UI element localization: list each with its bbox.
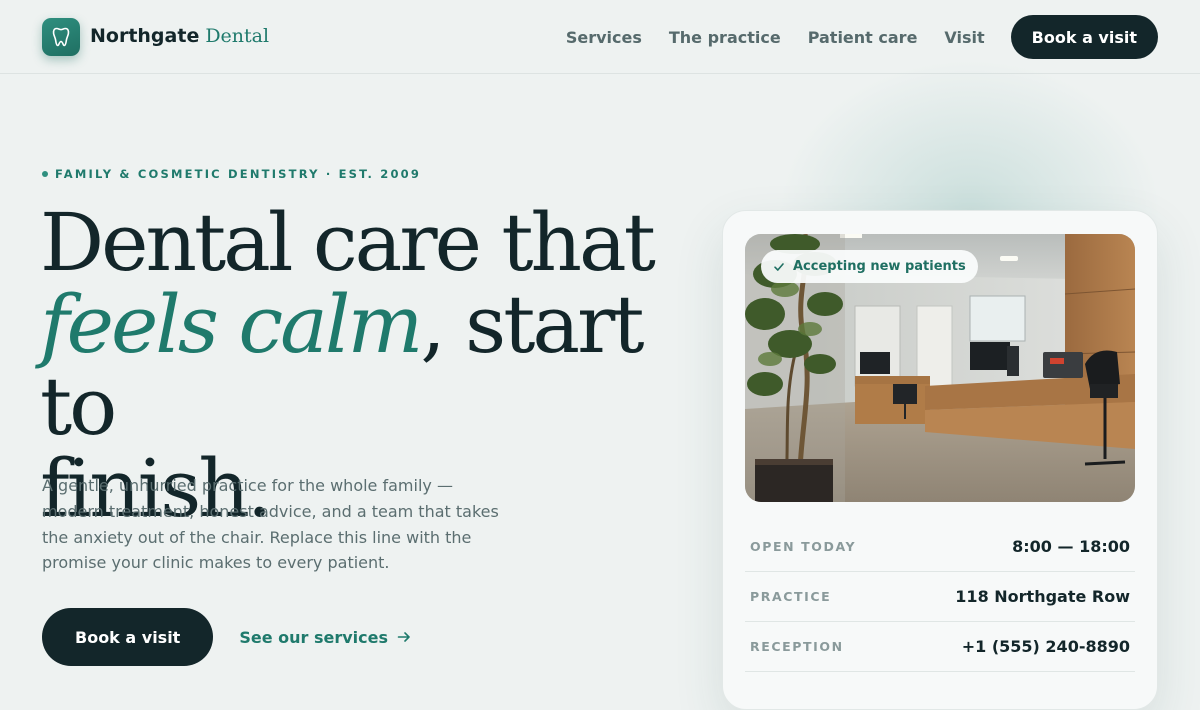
headline-emphasis: feels calm	[40, 278, 423, 371]
see-services-label: See our services	[239, 627, 389, 647]
tooth-icon	[52, 27, 70, 47]
info-value[interactable]: +1 (555) 240-8890	[962, 637, 1130, 656]
headline-line-1: Dental care that	[40, 196, 656, 289]
hero-intro: A gentle, unhurried practice for the who…	[42, 476, 499, 573]
hero-book-visit-button[interactable]: Book a visit	[42, 608, 214, 666]
info-row-address: PRACTICE 118 Northgate Row	[745, 572, 1135, 622]
hero-cta-row: Book a visit See our services	[42, 608, 411, 666]
info-label: OPEN TODAY	[750, 539, 857, 554]
info-value[interactable]: 118 Northgate Row	[955, 587, 1130, 606]
info-value: 8:00 — 18:00	[1012, 537, 1130, 556]
nav-link-patient-care[interactable]: Patient care	[808, 28, 918, 47]
clinic-photo: Accepting new patients	[745, 234, 1135, 502]
eyebrow-text: FAMILY & COSMETIC DENTISTRY · EST. 2009	[55, 167, 422, 181]
info-label: RECEPTION	[750, 639, 844, 654]
brand-suffix: Dental	[205, 25, 270, 47]
logo[interactable]	[42, 18, 80, 56]
site-header: Northgate Dental Services The practice P…	[0, 0, 1200, 74]
practice-info-card: Accepting new patients OPEN TODAY 8:00 —…	[722, 210, 1158, 710]
brand-name: Northgate	[90, 25, 200, 47]
nav-link-services[interactable]: Services	[566, 28, 642, 47]
badge-text: Accepting new patients	[793, 259, 966, 274]
book-visit-button[interactable]: Book a visit	[1010, 15, 1158, 59]
see-services-link[interactable]: See our services	[239, 628, 411, 647]
eyebrow-dot	[42, 171, 48, 177]
nav-link-visit[interactable]: Visit	[944, 28, 984, 47]
main-nav: Services The practice Patient care Visit…	[566, 15, 1158, 59]
info-label: PRACTICE	[750, 589, 832, 604]
hero-eyebrow: FAMILY & COSMETIC DENTISTRY · EST. 2009	[42, 167, 421, 181]
nav-link-the-practice[interactable]: The practice	[669, 28, 781, 47]
info-row-phone: RECEPTION +1 (555) 240-8890	[745, 622, 1135, 672]
arrow-right-icon	[397, 630, 411, 644]
check-icon	[773, 261, 785, 273]
brand-wordmark[interactable]: Northgate Dental	[90, 25, 269, 49]
info-row-hours: OPEN TODAY 8:00 — 18:00	[745, 522, 1135, 572]
accepting-patients-badge: Accepting new patients	[761, 250, 978, 283]
